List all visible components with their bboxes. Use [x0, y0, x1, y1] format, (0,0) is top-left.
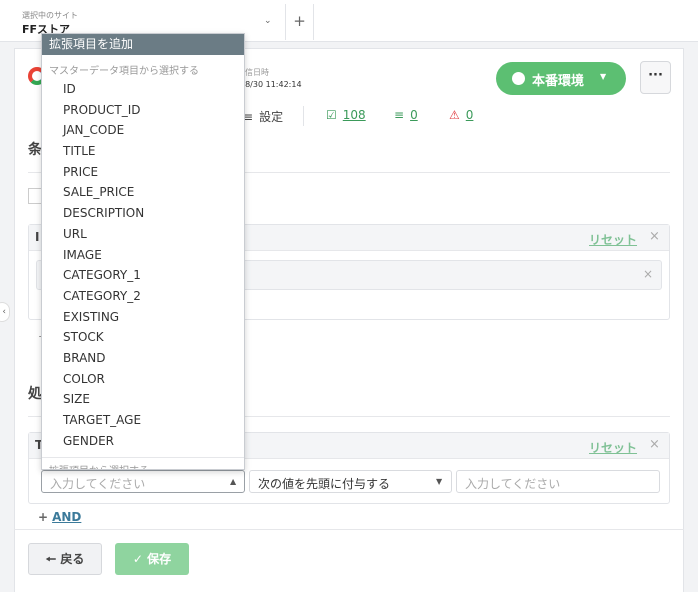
dropdown-item[interactable]: CATEGORY_2	[42, 286, 244, 307]
settings-link[interactable]: ≡ 設定	[243, 108, 283, 125]
add-site-button[interactable]: +	[286, 4, 314, 40]
more-button[interactable]: ···	[640, 61, 671, 94]
chevron-left-icon[interactable]: ‹	[0, 302, 10, 322]
reset-link[interactable]: リセット	[589, 231, 637, 248]
site-caption: 選択中のサイト	[22, 11, 78, 20]
save-button[interactable]: ✓ 保存	[115, 543, 189, 575]
dropdown-item[interactable]: PRICE	[42, 162, 244, 183]
condition-box-title: I	[35, 230, 40, 244]
arrow-left-icon: 🠔	[45, 552, 57, 566]
divider	[303, 106, 304, 126]
dropdown-item[interactable]: STOCK	[42, 327, 244, 348]
process-section-title: 処	[28, 386, 42, 402]
dropdown-item[interactable]: JAN_CODE	[42, 120, 244, 141]
stat-ok[interactable]: ☑ 108	[326, 108, 366, 122]
warning-icon: ⚠	[449, 108, 460, 122]
back-button[interactable]: 🠔 戻る	[28, 543, 102, 575]
check-icon: ✓	[132, 552, 143, 566]
check-doc-icon: ☑	[326, 108, 337, 122]
plus-icon: +	[293, 12, 306, 30]
field-select[interactable]: 入力してください ▲	[41, 470, 245, 493]
dropdown-item[interactable]: TARGET_AGE	[42, 410, 244, 431]
dropdown-group-master: マスターデータ項目から選択する	[49, 66, 199, 77]
updated-time: 08/30 11:42:14	[240, 80, 302, 89]
dropdown-items: ID PRODUCT_ID JAN_CODE TITLE PRICE SALE_PRICE…	[42, 79, 244, 451]
list-x-icon: ≡	[394, 108, 405, 122]
dropdown-group-extension: 拡張項目から選択する	[42, 457, 244, 469]
operation-select[interactable]: 次の値を先頭に付与する ▼	[249, 470, 452, 493]
chevron-down-icon[interactable]: ⌄	[264, 16, 272, 26]
environment-label: 本番環境	[532, 74, 585, 89]
value-input[interactable]: 入力してください	[456, 470, 660, 493]
caret-down-icon: ▼	[600, 72, 607, 81]
dropdown-item[interactable]: BRAND	[42, 348, 244, 369]
dropdown-item[interactable]: DESCRIPTION	[42, 203, 244, 224]
count-excluded: 0	[410, 108, 418, 122]
caret-down-icon: ▼	[436, 477, 443, 486]
dropdown-item[interactable]: EXISTING	[42, 307, 244, 328]
dropdown-header[interactable]: 拡張項目を追加	[42, 34, 244, 55]
dropdown-item[interactable]: PRODUCT_ID	[42, 100, 244, 121]
dropdown-item[interactable]: TITLE	[42, 141, 244, 162]
dropdown-item[interactable]: ID	[42, 79, 244, 100]
environment-button[interactable]: 本番環境 ▼	[496, 62, 626, 95]
dropdown-item[interactable]: URL	[42, 224, 244, 245]
reset-link[interactable]: リセット	[589, 439, 637, 456]
condition-checkbox[interactable]	[28, 188, 42, 204]
stat-excluded[interactable]: ≡ 0	[394, 108, 418, 122]
caret-up-icon: ▲	[230, 477, 237, 486]
dropdown-item[interactable]: SIZE	[42, 389, 244, 410]
clear-icon[interactable]: ×	[643, 267, 653, 281]
stat-warning[interactable]: ⚠ 0	[449, 108, 473, 122]
field-dropdown: 拡張項目を追加 マスターデータ項目から選択する ID PRODUCT_ID JAN_…	[41, 33, 245, 470]
save-label: 保存	[147, 552, 172, 566]
value-input-placeholder: 入力してください	[465, 477, 561, 491]
dropdown-item[interactable]: GENDER	[42, 431, 244, 452]
plus-icon: +	[38, 510, 49, 524]
dropdown-item[interactable]: SALE_PRICE	[42, 182, 244, 203]
close-icon[interactable]: ×	[649, 437, 660, 452]
condition-section-title: 条	[28, 142, 42, 158]
dropdown-item[interactable]: CATEGORY_1	[42, 265, 244, 286]
status-dot-icon	[512, 72, 525, 85]
divider	[14, 529, 684, 530]
back-label: 戻る	[60, 552, 85, 566]
dropdown-item[interactable]: COLOR	[42, 369, 244, 390]
field-select-placeholder: 入力してください	[50, 477, 146, 491]
add-and-button[interactable]: + AND	[38, 510, 81, 524]
settings-label: 設定	[259, 110, 284, 124]
dropdown-item[interactable]: IMAGE	[42, 245, 244, 266]
and-label: AND	[52, 510, 82, 524]
close-icon[interactable]: ×	[649, 229, 660, 244]
updated-label: 信日時	[245, 68, 269, 77]
count-warning: 0	[465, 108, 474, 122]
count-ok: 108	[342, 108, 366, 122]
operation-value: 次の値を先頭に付与する	[258, 477, 391, 491]
